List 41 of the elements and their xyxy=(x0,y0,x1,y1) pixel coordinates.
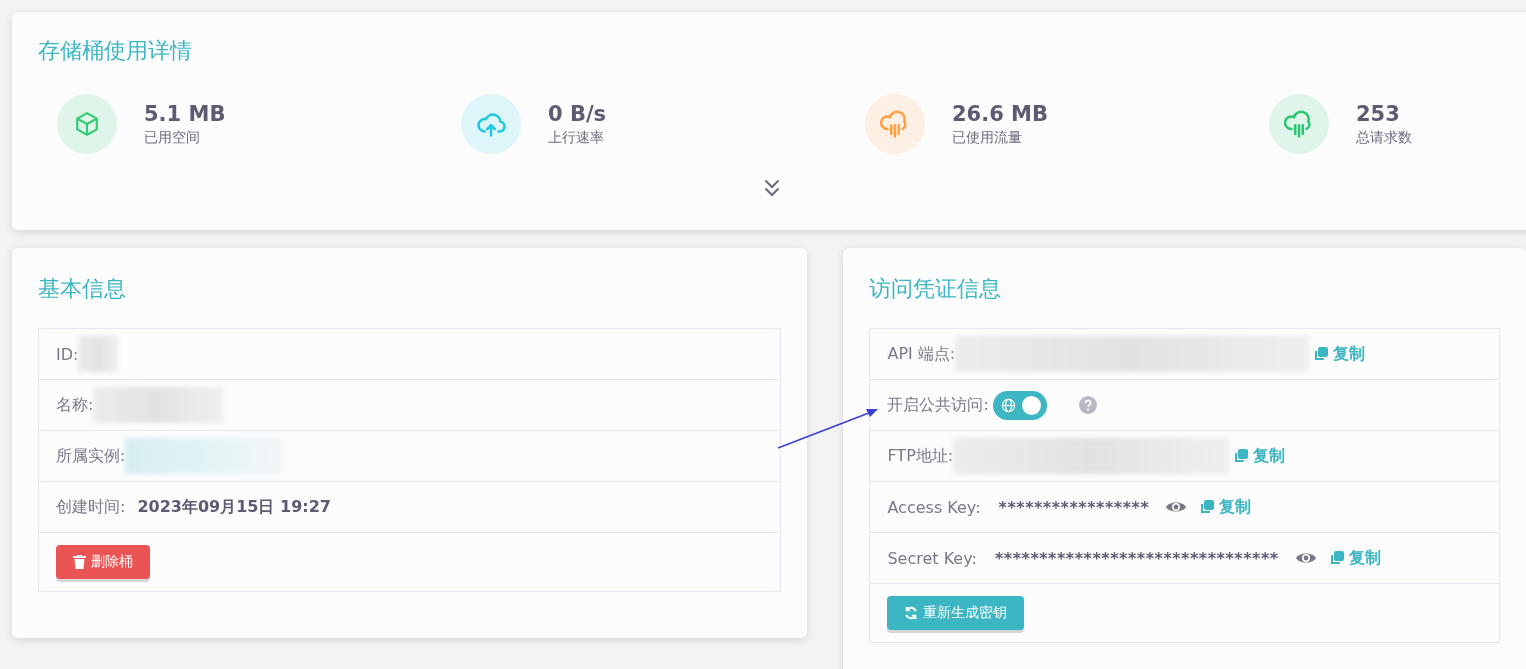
regenerate-key-button[interactable]: 重新生成密钥 xyxy=(887,596,1025,630)
field-label: Secret Key: xyxy=(887,548,977,568)
field-label: ID: xyxy=(56,344,79,364)
masked-key: ******************************** xyxy=(994,548,1279,568)
field-value: 2023年09月15日 19:27 xyxy=(137,496,331,518)
stat-value: 5.1 MB xyxy=(144,101,226,126)
card-title: 访问凭证信息 xyxy=(869,275,1003,303)
card-title: 存储桶使用详情 xyxy=(38,37,193,65)
stat-label: 上行速率 xyxy=(548,128,605,147)
public-access-switch[interactable] xyxy=(992,390,1047,420)
eye-icon[interactable] xyxy=(1294,551,1317,565)
copy-link[interactable]: 复制 xyxy=(1313,343,1366,365)
field-label: API 端点: xyxy=(887,343,956,365)
stat-label: 已使用流量 xyxy=(952,128,1023,147)
field-label: 名称: xyxy=(56,394,94,416)
redacted-value xyxy=(78,336,119,372)
stat-label: 总请求数 xyxy=(1356,128,1412,147)
field-label: 开启公共访问: xyxy=(887,394,989,416)
field-label: 所属实例: xyxy=(56,445,126,467)
field-label: 创建时间: xyxy=(56,496,126,518)
stat-value: 0 B/s xyxy=(548,101,607,126)
eye-icon[interactable] xyxy=(1165,500,1188,514)
field-label: FTP地址: xyxy=(887,445,954,467)
copy-link[interactable]: 复制 xyxy=(1328,547,1381,569)
copy-link[interactable]: 复制 xyxy=(1233,445,1286,467)
copy-icon xyxy=(1328,550,1345,566)
copy-icon xyxy=(1199,499,1216,515)
masked-key: ***************** xyxy=(998,497,1150,517)
stat-label: 已用空间 xyxy=(144,128,201,147)
field-label: Access Key: xyxy=(887,497,981,517)
trash-icon xyxy=(73,555,86,569)
refresh-icon xyxy=(904,606,919,620)
stat-value: 253 xyxy=(1356,101,1401,126)
copy-icon xyxy=(1233,448,1250,464)
stat-value: 26.6 MB xyxy=(952,101,1049,126)
copy-icon xyxy=(1313,346,1330,362)
expand-icon[interactable] xyxy=(763,178,781,198)
globe-icon xyxy=(1000,397,1016,413)
delete-bucket-button[interactable]: 删除桶 xyxy=(56,545,150,579)
copy-link[interactable]: 复制 xyxy=(1199,496,1252,518)
card-title: 基本信息 xyxy=(38,275,127,303)
